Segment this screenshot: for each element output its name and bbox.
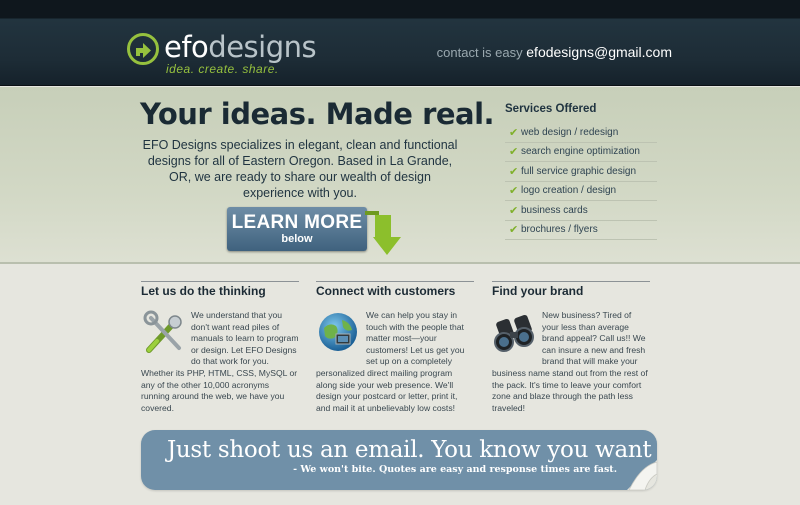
banner-title: Just shoot us an email. You know you wan… bbox=[167, 437, 657, 463]
logo-mark-icon bbox=[127, 33, 159, 65]
globe-network-icon bbox=[319, 313, 357, 351]
logo-designs: designs bbox=[208, 30, 317, 64]
service-item: ✔ full service graphic design bbox=[505, 162, 657, 182]
email-banner[interactable]: Just shoot us an email. You know you wan… bbox=[141, 430, 657, 490]
service-item: ✔ web design / redesign bbox=[505, 123, 657, 143]
checkmark-icon: ✔ bbox=[509, 204, 519, 217]
binoculars-icon bbox=[494, 314, 534, 352]
service-item: ✔ brochures / flyers bbox=[505, 221, 657, 240]
service-item: ✔ search engine optimization bbox=[505, 143, 657, 162]
contact-email-link[interactable]: efodesigns@gmail.com bbox=[526, 44, 672, 60]
learn-more-button[interactable]: LEARN MORE below bbox=[227, 207, 367, 251]
column-title: Connect with customers bbox=[316, 281, 474, 303]
checkmark-icon: ✔ bbox=[509, 224, 519, 237]
site-header: efodesigns idea. create. share. contact … bbox=[0, 0, 800, 86]
checkmark-icon: ✔ bbox=[509, 185, 519, 198]
services-title: Services Offered bbox=[505, 103, 597, 115]
header-contact: contact is easy efodesigns@gmail.com bbox=[437, 44, 672, 60]
feature-column-thinking: Let us do the thinking We understand tha… bbox=[141, 281, 299, 414]
learn-more-label: LEARN MORE bbox=[231, 212, 363, 233]
checkmark-icon: ✔ bbox=[509, 165, 519, 178]
checkmark-icon: ✔ bbox=[509, 126, 519, 139]
learn-more-sublabel: below bbox=[281, 233, 313, 245]
services-list: Services Offered ✔ web design / redesign … bbox=[505, 103, 657, 240]
column-title: Find your brand bbox=[492, 281, 650, 303]
contact-label: contact is easy bbox=[436, 45, 523, 60]
hero-intro: EFO Designs specializes in elegant, clea… bbox=[142, 138, 458, 200]
feature-column-brand: Find your brand New business? Tired of y… bbox=[492, 281, 650, 414]
down-arrow-icon bbox=[365, 211, 401, 255]
page-curl-icon bbox=[627, 460, 657, 490]
hero-headline: Your ideas. Made real. bbox=[140, 97, 495, 131]
logo-tagline: idea. create. share. bbox=[166, 62, 279, 76]
banner-subtitle: - We won't bite. Quotes are easy and res… bbox=[293, 464, 617, 475]
feature-column-connect: Connect with customers We can help you s… bbox=[316, 281, 474, 414]
site-logo[interactable]: efodesigns idea. create. share. bbox=[126, 30, 317, 80]
tools-icon bbox=[143, 310, 182, 353]
service-item: ✔ business cards bbox=[505, 201, 657, 221]
logo-wordmark: efodesigns bbox=[164, 30, 317, 64]
logo-efo: efo bbox=[164, 30, 209, 64]
service-item: ✔ logo creation / design bbox=[505, 182, 657, 201]
column-title: Let us do the thinking bbox=[141, 281, 299, 303]
checkmark-icon: ✔ bbox=[509, 146, 519, 159]
hero-section: Your ideas. Made real. EFO Designs speci… bbox=[0, 87, 800, 264]
